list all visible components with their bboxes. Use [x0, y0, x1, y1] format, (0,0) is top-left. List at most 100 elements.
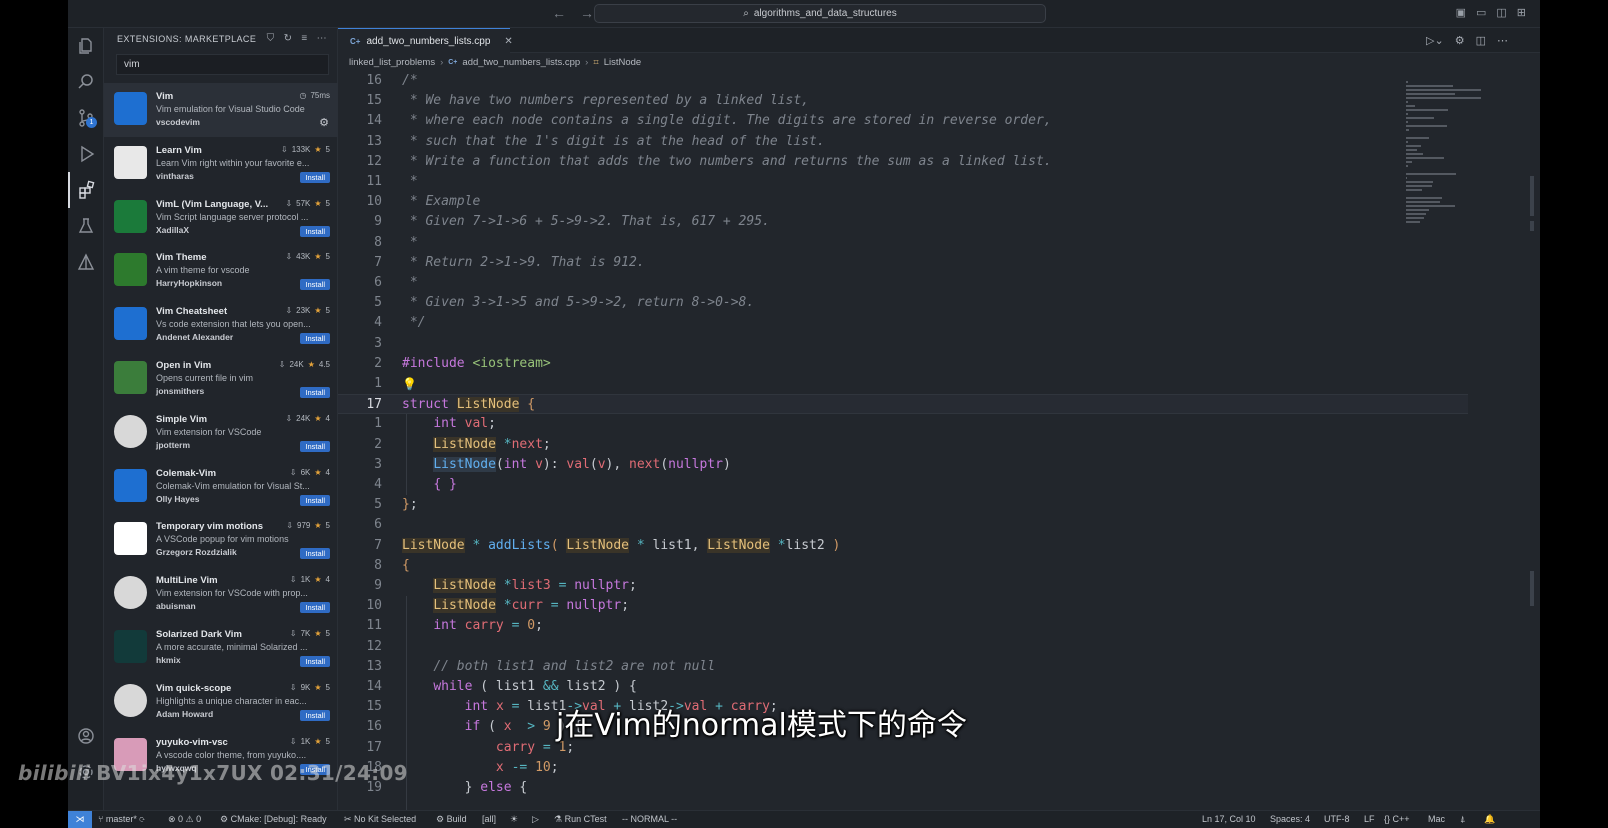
code-line[interactable]: 13 * such that the 1's digit is at the h… — [338, 132, 1468, 152]
clear-icon[interactable]: ≡ — [301, 33, 307, 44]
code-line[interactable]: 18 x -= 10; — [338, 758, 1468, 778]
run-debug-icon[interactable] — [68, 136, 104, 172]
code-line[interactable]: 17 struct ListNode { — [338, 394, 1468, 415]
manage-extension-gear-icon[interactable]: ⚙ — [319, 116, 329, 129]
code-line[interactable]: 2 ListNode *next; — [338, 435, 1468, 455]
breadcrumb-folder[interactable]: linked_list_problems — [349, 57, 435, 68]
filter-icon[interactable]: ⛉ — [267, 33, 275, 44]
branch-status[interactable]: ⑂ master* ⟳ — [98, 814, 145, 824]
code-line[interactable]: 10 ListNode *curr = nullptr; — [338, 596, 1468, 616]
install-button[interactable]: Install — [300, 655, 330, 667]
build-target[interactable]: [all] — [482, 814, 496, 824]
explorer-icon[interactable] — [68, 28, 104, 64]
code-line[interactable]: 1 int val; — [338, 414, 1468, 434]
install-button[interactable]: Install — [300, 494, 330, 506]
ctest-button[interactable]: ⚗ Run CTest — [554, 814, 607, 825]
breadcrumb-symbol[interactable]: ListNode — [604, 57, 642, 68]
editor-more-icon[interactable]: ⋯ — [1497, 34, 1508, 47]
extension-search-input[interactable]: vim — [116, 54, 329, 75]
refresh-icon[interactable]: ↻ — [284, 33, 293, 44]
extension-item[interactable]: Vim Theme A vim theme for vscode HarryHopk… — [104, 244, 338, 298]
toggle-sidebar-icon[interactable]: ▣ — [1456, 6, 1466, 19]
tab-add-two-numbers-lists[interactable]: C+ add_two_numbers_lists.cpp ✕ — [338, 28, 513, 53]
code-line[interactable]: 15 * We have two numbers represented by … — [338, 91, 1468, 111]
code-line[interactable]: 5 * Given 3->1->5 and 5->9->2, return 8-… — [338, 293, 1468, 313]
code-line[interactable]: 3 ListNode(int v): val(v), next(nullptr) — [338, 455, 1468, 475]
bracket-icon[interactable]: ⍋ — [1460, 814, 1465, 825]
code-line[interactable]: 10 * Example — [338, 192, 1468, 212]
install-button[interactable]: Install — [300, 548, 330, 560]
code-line[interactable]: 2 #include <iostream> — [338, 354, 1468, 374]
customize-layout-icon[interactable]: ⊞ — [1517, 6, 1526, 19]
install-button[interactable]: Install — [300, 602, 330, 614]
command-center-search[interactable]: ⌕ algorithms_and_data_structures — [594, 4, 1046, 23]
code-line[interactable]: 9 * Given 7->1->6 + 5->9->2. That is, 61… — [338, 212, 1468, 232]
code-line[interactable]: 5}; — [338, 495, 1468, 515]
code-line[interactable]: 12 * Write a function that adds the two … — [338, 152, 1468, 172]
code-line[interactable]: 9 ListNode *list3 = nullptr; — [338, 576, 1468, 596]
encoding[interactable]: UTF-8 — [1324, 814, 1350, 824]
source-control-icon[interactable]: 1 — [68, 100, 104, 136]
forward-arrow-icon[interactable]: → — [580, 5, 594, 21]
install-button[interactable]: Install — [300, 333, 330, 345]
more-actions-icon[interactable]: ⋯ — [317, 33, 327, 44]
back-arrow-icon[interactable]: ← — [552, 5, 566, 21]
code-line[interactable]: 7 * Return 2->1->9. That is 912. — [338, 253, 1468, 273]
code-line[interactable]: 1 💡 — [338, 374, 1468, 394]
code-line[interactable]: 4 { } — [338, 475, 1468, 495]
install-button[interactable]: Install — [300, 386, 330, 398]
extension-item[interactable]: Colemak-Vim Colemak-Vim emulation for Vis… — [104, 460, 338, 514]
run-code-icon[interactable]: ▷⌄ — [1426, 34, 1444, 47]
extension-item[interactable]: Learn Vim Learn Vim right within your fav… — [104, 137, 338, 191]
language-mode[interactable]: {} C++ — [1384, 814, 1410, 824]
overview-ruler[interactable] — [1528, 71, 1540, 810]
extensions-icon[interactable] — [68, 172, 104, 208]
install-button[interactable]: Install — [300, 279, 330, 291]
code-line[interactable]: 4 */ — [338, 313, 1468, 333]
code-line[interactable]: 3 — [338, 334, 1468, 354]
extension-item[interactable]: Temporary vim motions A VSCode popup for … — [104, 513, 338, 567]
testing-icon[interactable] — [68, 208, 104, 244]
cmake-icon[interactable] — [68, 244, 104, 280]
account-icon[interactable] — [68, 718, 104, 754]
code-line[interactable]: 6 * — [338, 273, 1468, 293]
toggle-panel-icon[interactable]: ▭ — [1476, 6, 1486, 19]
extension-item[interactable]: Open in Vim Opens current file in vim jons… — [104, 352, 338, 406]
close-tab-icon[interactable]: ✕ — [504, 36, 512, 47]
code-line[interactable]: 14 * where each node contains a single d… — [338, 111, 1468, 131]
extension-item[interactable]: VimL (Vim Language, V... Vim Script langu… — [104, 191, 338, 245]
open-changes-icon[interactable]: ⚙ — [1455, 34, 1465, 47]
minimap[interactable] — [1400, 71, 1492, 251]
install-button[interactable]: Install — [300, 440, 330, 452]
split-editor-icon[interactable]: ◫ — [1476, 34, 1486, 47]
build-button[interactable]: ⚙ Build — [436, 814, 467, 825]
code-line[interactable]: 19 } else { — [338, 778, 1468, 798]
code-line[interactable]: 11 * — [338, 172, 1468, 192]
code-line[interactable]: 7 ListNode * addLists( ListNode * list1, … — [338, 536, 1468, 556]
cmake-status[interactable]: ⚙ CMake: [Debug]: Ready — [220, 814, 327, 825]
code-line[interactable]: 11 int carry = 0; — [338, 616, 1468, 636]
code-line[interactable]: 14 while ( list1 && list2 ) { — [338, 677, 1468, 697]
debug-icon[interactable]: ☀ — [510, 814, 518, 825]
extension-item[interactable]: Vim Vim emulation for Visual Studio Code v… — [104, 83, 338, 137]
problems-status[interactable]: ⊗ 0 ⚠ 0 — [168, 814, 201, 825]
breadcrumb-file[interactable]: add_two_numbers_lists.cpp — [462, 57, 580, 68]
search-icon[interactable] — [68, 64, 104, 100]
code-line[interactable]: 16 /* — [338, 71, 1468, 91]
remote-indicator-icon[interactable]: ⋊ — [68, 811, 92, 828]
toggle-secondary-sidebar-icon[interactable]: ◫ — [1496, 6, 1506, 19]
extension-item[interactable]: MultiLine Vim Vim extension for VSCode wi… — [104, 567, 338, 621]
install-button[interactable]: Install — [300, 709, 330, 721]
end-of-line[interactable]: LF — [1364, 814, 1375, 824]
kit-status[interactable]: ✂ No Kit Selected — [344, 814, 416, 825]
cursor-position[interactable]: Ln 17, Col 10 — [1202, 814, 1256, 824]
extension-item[interactable]: Simple Vim Vim extension for VSCode jpotte… — [104, 406, 338, 460]
code-line[interactable]: 13 // both list1 and list2 are not null — [338, 657, 1468, 677]
code-line[interactable]: 8 * — [338, 233, 1468, 253]
install-button[interactable]: Install — [300, 171, 330, 183]
code-line[interactable]: 12 — [338, 637, 1468, 657]
code-line[interactable]: 8{ — [338, 556, 1468, 576]
extension-item[interactable]: Vim quick-scope Highlights a unique chara… — [104, 675, 338, 729]
run-icon[interactable]: ▷ — [532, 814, 539, 825]
extension-item[interactable]: Vim Cheatsheet Vs code extension that let… — [104, 298, 338, 352]
